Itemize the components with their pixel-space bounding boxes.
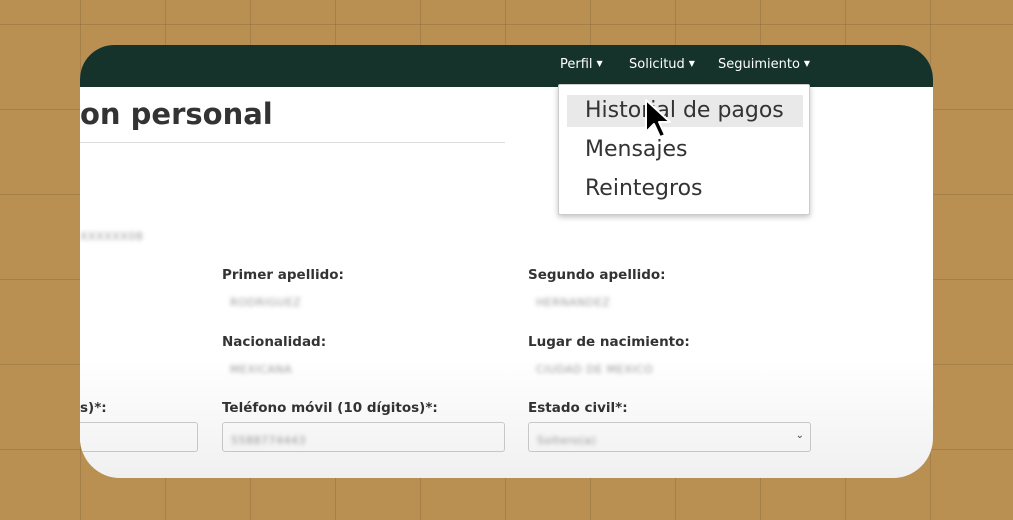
primer-apellido-value: RODRIGUEZ	[230, 296, 302, 309]
primer-apellido-label: Primer apellido:	[222, 267, 344, 283]
telefono-movil-value: 5588774443	[231, 434, 306, 447]
mouse-pointer-icon	[645, 99, 671, 138]
estado-civil-label: Estado civil*:	[528, 400, 628, 416]
telefono-fijo-label: s)*:	[80, 400, 107, 416]
nav-seguimiento-label: Seguimiento	[718, 57, 800, 72]
segundo-apellido-value: HERNANDEZ	[536, 296, 611, 309]
nav-solicitud-label: Solicitud	[629, 57, 685, 72]
menu-item-reintegros[interactable]: Reintegros	[567, 173, 803, 205]
segundo-apellido-label: Segundo apellido:	[528, 267, 666, 283]
nav-perfil-label: Perfil	[560, 57, 593, 72]
title-divider	[80, 142, 505, 143]
telefono-fijo-input[interactable]	[80, 422, 198, 452]
caret-down-icon: ▼	[596, 59, 603, 68]
nav-seguimiento[interactable]: Seguimiento ▼	[718, 57, 810, 72]
menu-item-historial-de-pagos[interactable]: Historial de pagos	[567, 95, 803, 127]
nav-solicitud[interactable]: Solicitud ▼	[629, 57, 695, 72]
blurred-id-value: XXXXXX08	[80, 230, 144, 243]
lugar-nacimiento-label: Lugar de nacimiento:	[528, 334, 690, 350]
caret-down-icon: ▼	[688, 59, 695, 68]
telefono-movil-label: Teléfono móvil (10 dígitos)*:	[222, 400, 438, 416]
page-title: on personal	[80, 97, 273, 131]
solicitud-dropdown-menu: Historial de pagos Mensajes Reintegros	[558, 84, 810, 215]
lugar-nacimiento-value: CIUDAD DE MEXICO	[536, 363, 654, 376]
estado-civil-value: Soltero(a)	[537, 434, 597, 447]
bottom-fade	[80, 358, 933, 478]
top-navbar: Perfil ▼ Solicitud ▼ Seguimiento ▼	[80, 45, 933, 87]
nacionalidad-label: Nacionalidad:	[222, 334, 327, 350]
nav-perfil[interactable]: Perfil ▼	[560, 57, 603, 72]
nacionalidad-value: MEXICANA	[230, 363, 293, 376]
estado-civil-select[interactable]: Soltero(a) ⌄	[528, 422, 811, 452]
telefono-movil-input[interactable]: 5588774443	[222, 422, 505, 452]
chevron-down-icon: ⌄	[795, 430, 804, 441]
menu-item-mensajes[interactable]: Mensajes	[567, 134, 803, 166]
caret-down-icon: ▼	[803, 59, 811, 68]
